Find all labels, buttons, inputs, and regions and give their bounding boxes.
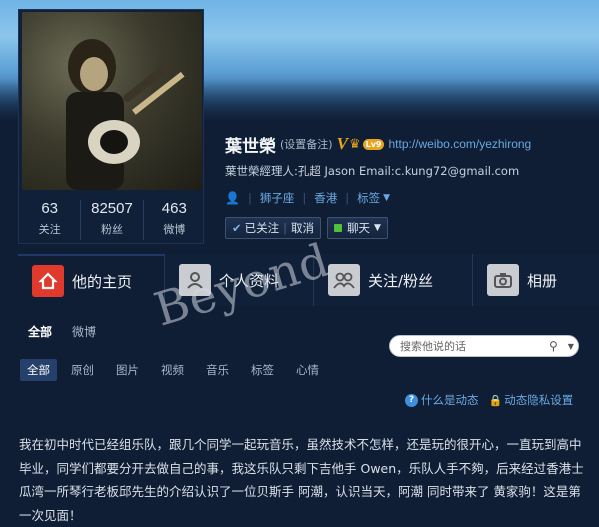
- filter-mood[interactable]: 心情: [296, 362, 319, 378]
- home-icon: [32, 265, 64, 297]
- tab-label: 他的主页: [72, 272, 133, 291]
- count-label: 关注: [38, 223, 61, 236]
- filter-music[interactable]: 音乐: [206, 362, 229, 378]
- camera-icon: [487, 264, 519, 296]
- tab-label: 相册: [527, 271, 558, 290]
- tab-home[interactable]: 他的主页: [18, 254, 165, 306]
- chevron-down-icon[interactable]: ▼: [568, 342, 574, 351]
- profile-card: 63 关注 82507 粉丝 463 微博: [18, 9, 204, 244]
- filter-original[interactable]: 原创: [71, 362, 94, 378]
- chat-label: 聊天: [347, 221, 371, 235]
- chevron-down-icon[interactable]: ▼: [383, 193, 390, 203]
- search-input[interactable]: [400, 339, 545, 353]
- profile-description: 葉世榮經理人:孔超 Jason Email:c.kung72@gmail.com: [225, 164, 520, 178]
- set-remark-link[interactable]: (设置备注): [280, 136, 333, 152]
- tab-album[interactable]: 相册: [473, 254, 599, 306]
- zodiac-link[interactable]: 狮子座: [260, 190, 295, 206]
- level-badge[interactable]: Lv9: [362, 138, 385, 150]
- profile-url-link[interactable]: http://weibo.com/yezhirong: [388, 137, 531, 151]
- filter-all[interactable]: 全部: [20, 359, 57, 381]
- verified-icon[interactable]: V: [337, 134, 348, 154]
- profile-counts: 63 关注 82507 粉丝 463 微博: [19, 200, 205, 240]
- weibo-count[interactable]: 463 微博: [142, 200, 205, 240]
- feed-filters: 全部 原创 图片 视频 音乐 标签 心情: [20, 359, 341, 381]
- divider: |: [283, 221, 288, 235]
- feed-privacy-link[interactable]: 动态隐私设置: [504, 392, 573, 408]
- feed-help-links: ? 什么是动态 🔒 动态隐私设置: [405, 392, 573, 408]
- count-value: 82507: [91, 200, 133, 217]
- count-value: 463: [161, 200, 187, 217]
- tab-follow[interactable]: 关注/粉丝: [314, 254, 473, 306]
- location-link[interactable]: 香港: [314, 190, 337, 206]
- feed-subnav: 全部 微博: [28, 323, 96, 340]
- followed-label: 已关注: [244, 221, 280, 235]
- unfollow-link[interactable]: 取消: [291, 220, 314, 236]
- filter-pictures[interactable]: 图片: [116, 362, 139, 378]
- avatar[interactable]: [22, 12, 202, 190]
- following-count[interactable]: 63 关注: [19, 200, 80, 240]
- watermark: Beyond: [148, 232, 336, 337]
- count-label: 粉丝: [100, 223, 123, 236]
- filter-video[interactable]: 视频: [161, 362, 184, 378]
- lock-icon: 🔒: [488, 393, 503, 407]
- what-is-feed-link[interactable]: 什么是动态: [421, 392, 479, 408]
- profile-name: 葉世榮: [225, 136, 276, 157]
- question-icon: ?: [405, 393, 418, 407]
- followers-count[interactable]: 82507 粉丝: [80, 200, 142, 240]
- tab-label: 关注/粉丝: [368, 271, 434, 290]
- count-label: 微博: [163, 223, 186, 236]
- person-icon: 👤: [225, 191, 240, 205]
- count-value: 63: [41, 200, 58, 217]
- divider: |: [302, 191, 307, 205]
- profile-name-row: 葉世榮 (设置备注) V ♛ Lv9 http://weibo.com/yezh…: [225, 133, 531, 157]
- chevron-down-icon[interactable]: ▼: [374, 223, 381, 233]
- search-box: ⚲ ▼: [389, 335, 579, 357]
- crown-icon[interactable]: ♛: [349, 137, 361, 152]
- tags-dropdown[interactable]: 标签: [357, 190, 380, 206]
- chat-button[interactable]: 聊天 ▼: [327, 217, 388, 239]
- check-icon: ✔: [232, 221, 242, 235]
- subnav-weibo[interactable]: 微博: [72, 323, 96, 340]
- search-icon[interactable]: ⚲: [549, 339, 558, 353]
- divider: |: [247, 191, 252, 205]
- filter-tags[interactable]: 标签: [251, 362, 274, 378]
- profile-tags: 👤 | 狮子座 | 香港 | 标签 ▼: [225, 190, 390, 206]
- online-status-icon: [334, 224, 343, 232]
- divider: |: [345, 191, 350, 205]
- feed-post-text: 我在初中时代已经组乐队，跟几个同学一起玩音乐，虽然技术不怎样，还是玩的很开心，一…: [19, 437, 584, 523]
- subnav-all[interactable]: 全部: [28, 323, 52, 340]
